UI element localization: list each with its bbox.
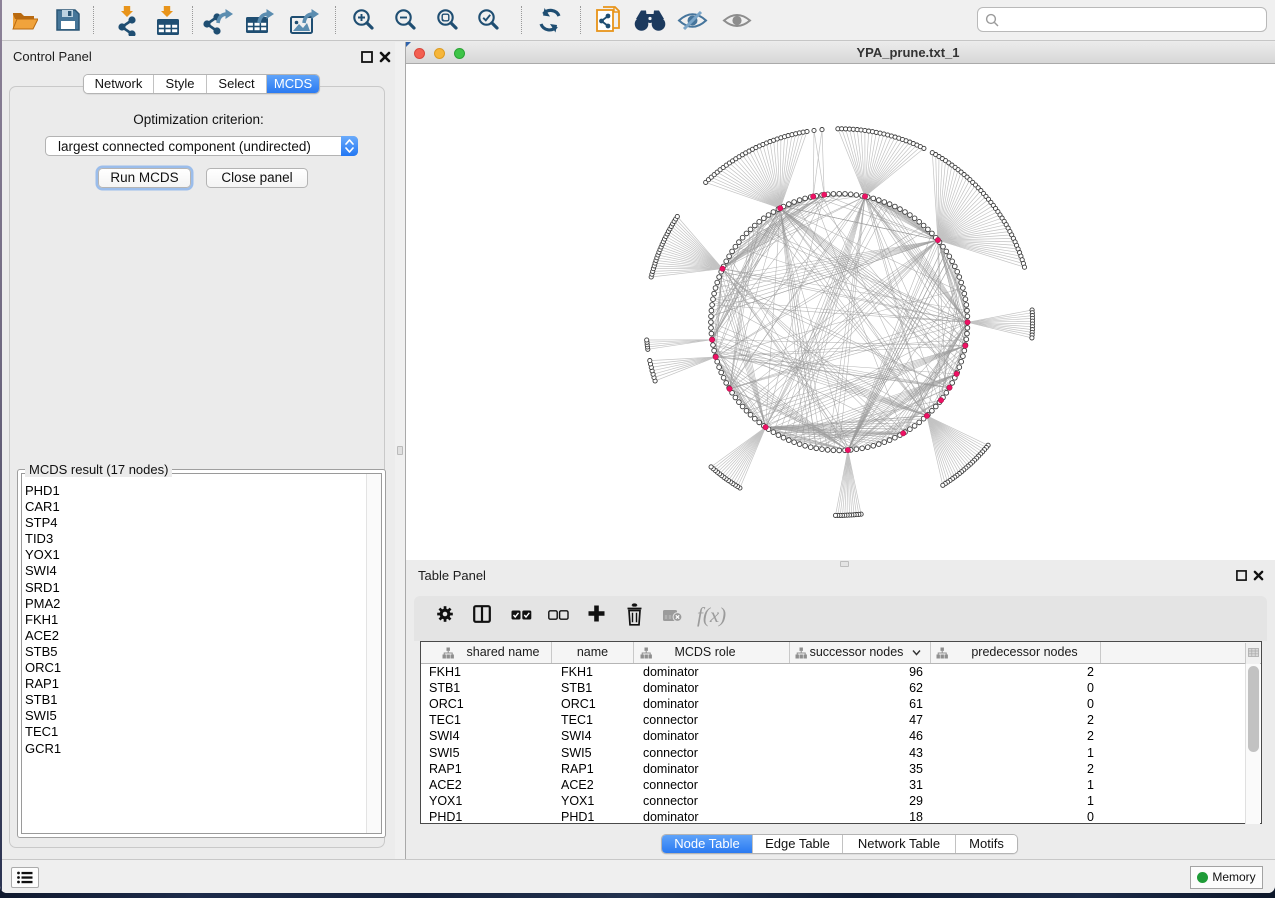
svg-text:f(x): f(x) — [697, 603, 726, 627]
